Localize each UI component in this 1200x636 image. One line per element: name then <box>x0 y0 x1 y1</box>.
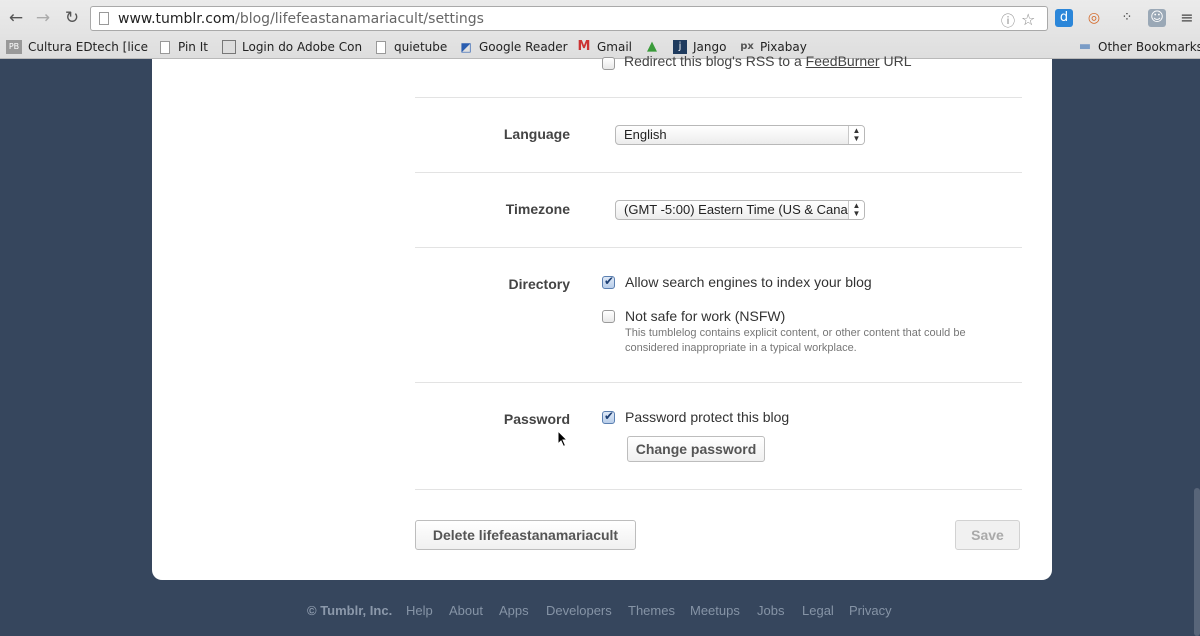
drive-icon: ▲ <box>647 39 657 54</box>
mouse-cursor-icon <box>557 430 569 448</box>
reader-icon: ◩ <box>460 40 472 54</box>
bookmark-star-icon[interactable]: ☆ <box>1021 10 1035 29</box>
other-bookmarks[interactable]: ▬ Other Bookmarks <box>1078 38 1200 56</box>
divider <box>415 97 1022 98</box>
timezone-label: Timezone <box>505 201 570 217</box>
directory-label: Directory <box>508 276 570 292</box>
footer-link-apps[interactable]: Apps <box>499 603 529 618</box>
language-label: Language <box>503 126 570 142</box>
browser-chrome: ← → ↻ www.tumblr.com/blog/lifefeastanama… <box>0 0 1200 59</box>
select-arrows-icon: ▲ ▼ <box>848 201 864 219</box>
page-icon <box>99 12 109 25</box>
extension-profile-icon[interactable]: ☺ <box>1148 9 1166 27</box>
bookmark-cultura[interactable]: PB Cultura EDtech [lice <box>6 38 148 56</box>
divider <box>415 489 1022 490</box>
timezone-select[interactable]: (GMT -5:00) Eastern Time (US & Cana ▲ ▼ <box>615 200 865 220</box>
bookmark-pin-it[interactable]: Pin It <box>160 38 208 56</box>
pixabay-icon: px <box>740 41 754 52</box>
bookmark-quietube[interactable]: quietube <box>376 38 447 56</box>
save-button[interactable]: Save <box>955 520 1020 550</box>
nsfw-description: This tumblelog contains explicit content… <box>625 327 966 354</box>
divider <box>415 247 1022 248</box>
pb-icon: PB <box>6 40 22 54</box>
bookmarks-bar: PB Cultura EDtech [lice Pin It Login do A… <box>0 36 1200 58</box>
footer-link-legal[interactable]: Legal <box>802 603 834 618</box>
forward-icon[interactable]: → <box>33 8 53 28</box>
change-password-button[interactable]: Change password <box>627 436 765 462</box>
divider <box>415 382 1022 383</box>
language-select[interactable]: English ▲ ▼ <box>615 125 865 145</box>
language-value: English <box>624 127 667 142</box>
footer-link-privacy[interactable]: Privacy <box>849 603 892 618</box>
search-engines-label: Allow search engines to index your blog <box>625 274 872 290</box>
footer-link-themes[interactable]: Themes <box>628 603 675 618</box>
rss-redirect-label: Redirect this blog's RSS to a FeedBurner… <box>624 53 912 69</box>
folder-icon: ▬ <box>1078 39 1092 54</box>
select-arrows-icon: ▲ ▼ <box>848 126 864 144</box>
url-text: www.tumblr.com/blog/lifefeastanamariacul… <box>118 11 484 27</box>
info-icon[interactable]: ⓘ <box>1001 11 1015 31</box>
timezone-value: (GMT -5:00) Eastern Time (US & Cana <box>624 202 848 217</box>
divider <box>415 172 1022 173</box>
footer-link-about[interactable]: About <box>449 603 483 618</box>
document-icon <box>376 40 386 54</box>
password-protect-checkbox[interactable] <box>602 409 615 424</box>
footer-link-meetups[interactable]: Meetups <box>690 603 740 618</box>
extension-d-icon[interactable]: d <box>1055 9 1073 27</box>
menu-icon[interactable]: ≡ <box>1178 9 1196 27</box>
nsfw-label: Not safe for work (NSFW) <box>625 308 786 324</box>
jango-icon: j <box>673 40 687 54</box>
nsfw-checkbox[interactable] <box>602 310 615 323</box>
footer: © Tumblr, Inc. Help About Apps Developer… <box>0 603 1200 623</box>
adobe-icon <box>222 40 236 54</box>
password-protect-label: Password protect this blog <box>625 409 790 425</box>
search-engines-checkbox[interactable] <box>602 274 615 289</box>
document-icon <box>160 40 170 54</box>
bookmark-google-reader[interactable]: ◩ Google Reader <box>459 38 567 56</box>
password-label: Password <box>503 411 570 427</box>
footer-link-help[interactable]: Help <box>406 603 433 618</box>
extension-search-icon[interactable]: ◎ <box>1085 9 1103 27</box>
gmail-icon: M <box>577 39 591 54</box>
reload-icon[interactable]: ↻ <box>62 8 82 28</box>
back-icon[interactable]: ← <box>6 8 26 28</box>
footer-copyright: © Tumblr, Inc. <box>307 603 393 618</box>
feedburner-link[interactable]: FeedBurner <box>806 53 880 69</box>
bookmark-adobe[interactable]: Login do Adobe Con <box>222 38 362 56</box>
rss-redirect-checkbox[interactable] <box>602 57 615 70</box>
delete-blog-button[interactable]: Delete lifefeastanamariacult <box>415 520 636 550</box>
address-bar[interactable]: www.tumblr.com/blog/lifefeastanamariacul… <box>90 6 1048 31</box>
footer-link-jobs[interactable]: Jobs <box>757 603 784 618</box>
extension-grid-icon[interactable]: ⁘ <box>1118 9 1136 27</box>
footer-link-developers[interactable]: Developers <box>546 603 612 618</box>
